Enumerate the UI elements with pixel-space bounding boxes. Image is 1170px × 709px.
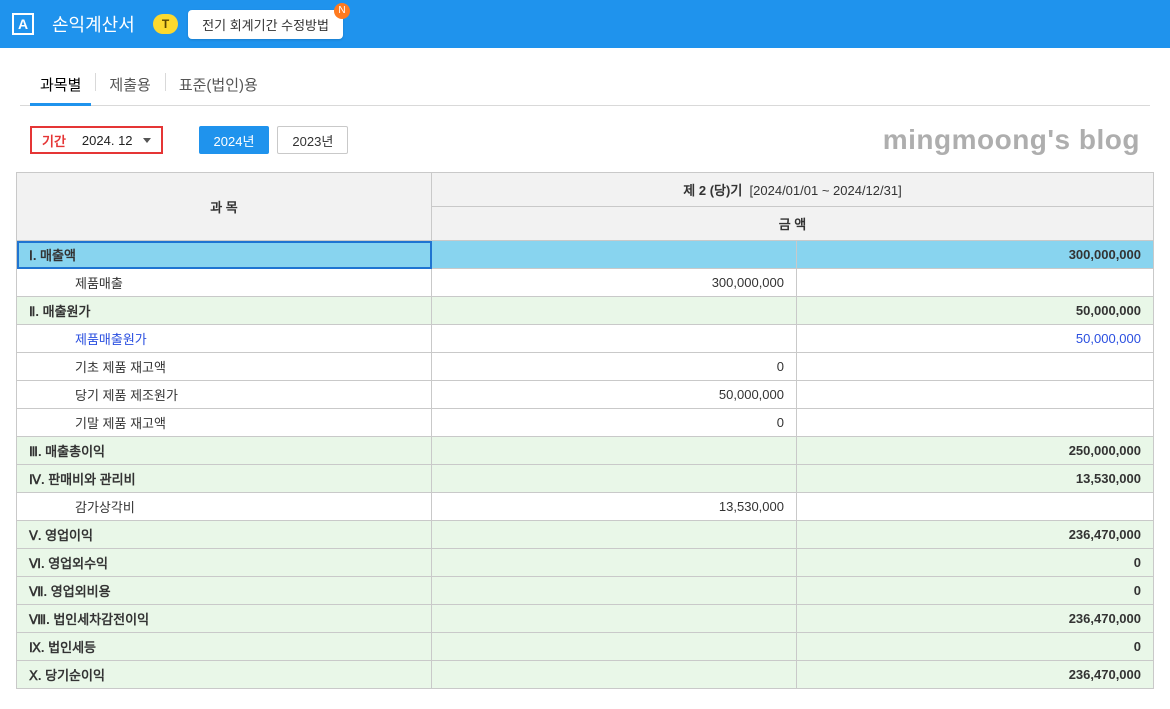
table-row[interactable]: 제품매출300,000,000 bbox=[17, 269, 1154, 297]
row-total-amount: 236,470,000 bbox=[797, 521, 1154, 549]
row-label: 제품매출 bbox=[17, 269, 432, 297]
table-row[interactable]: Ⅶ. 영업외비용 0 bbox=[17, 577, 1154, 605]
table-row[interactable]: Ⅱ. 매출원가 50,000,000 bbox=[17, 297, 1154, 325]
row-label: Ⅷ. 법인세차감전이익 bbox=[17, 605, 432, 633]
row-label: 기말 제품 재고액 bbox=[17, 409, 432, 437]
row-total-amount: 13,530,000 bbox=[797, 465, 1154, 493]
row-label: 감가상각비 bbox=[17, 493, 432, 521]
row-label: 제품매출원가 bbox=[17, 325, 432, 353]
th-period-range: [2024/01/01 ~ 2024/12/31] bbox=[750, 183, 902, 198]
row-total-amount: 0 bbox=[797, 549, 1154, 577]
th-period-title: 제 2 (당)기 bbox=[683, 183, 742, 198]
tab-2[interactable]: 표준(법인)용 bbox=[165, 66, 272, 105]
row-sub-amount bbox=[432, 521, 797, 549]
row-total-amount: 50,000,000 bbox=[797, 297, 1154, 325]
page-title: 손익계산서 bbox=[52, 11, 135, 37]
new-badge-icon: N bbox=[334, 3, 350, 19]
row-sub-amount bbox=[432, 297, 797, 325]
table-row[interactable]: 감가상각비13,530,000 bbox=[17, 493, 1154, 521]
row-label: Ⅲ. 매출총이익 bbox=[17, 437, 432, 465]
row-sub-amount: 0 bbox=[432, 409, 797, 437]
year-button-1[interactable]: 2023년 bbox=[277, 126, 348, 154]
tab-0[interactable]: 과목별 bbox=[26, 66, 95, 105]
row-total-amount: 50,000,000 bbox=[797, 325, 1154, 353]
tab-bar: 과목별제출용표준(법인)용 bbox=[20, 66, 1150, 106]
row-total-amount bbox=[797, 269, 1154, 297]
row-label: Ⅸ. 법인세등 bbox=[17, 633, 432, 661]
title-bar: A 손익계산서 T 전기 회계기간 수정방법 N bbox=[0, 0, 1170, 48]
th-amount: 금 액 bbox=[432, 207, 1154, 241]
table-row[interactable]: 기말 제품 재고액0 bbox=[17, 409, 1154, 437]
row-total-amount: 236,470,000 bbox=[797, 661, 1154, 689]
table-row[interactable]: 제품매출원가 50,000,000 bbox=[17, 325, 1154, 353]
period-select-box: 기간 2024. 12 bbox=[30, 126, 163, 154]
year-button-0[interactable]: 2024년 bbox=[199, 126, 270, 154]
row-sub-amount: 300,000,000 bbox=[432, 269, 797, 297]
row-label: 당기 제품 제조원가 bbox=[17, 381, 432, 409]
row-label: Ⅵ. 영업외수익 bbox=[17, 549, 432, 577]
table-row[interactable]: Ⅷ. 법인세차감전이익 236,470,000 bbox=[17, 605, 1154, 633]
row-sub-amount bbox=[432, 325, 797, 353]
watermark-text: mingmoong's blog bbox=[883, 124, 1140, 156]
table-row[interactable]: Ⅲ. 매출총이익 250,000,000 bbox=[17, 437, 1154, 465]
table-row[interactable]: Ⅰ. 매출액 300,000,000 bbox=[17, 241, 1154, 269]
app-logo-icon: A bbox=[12, 13, 34, 35]
th-item: 과 목 bbox=[17, 173, 432, 241]
period-label: 기간 bbox=[32, 131, 76, 150]
row-sub-amount bbox=[432, 633, 797, 661]
table-row[interactable]: Ⅴ. 영업이익 236,470,000 bbox=[17, 521, 1154, 549]
row-label: Ⅱ. 매출원가 bbox=[17, 297, 432, 325]
row-total-amount: 236,470,000 bbox=[797, 605, 1154, 633]
row-total-amount: 0 bbox=[797, 633, 1154, 661]
table-row[interactable]: Ⅹ. 당기순이익 236,470,000 bbox=[17, 661, 1154, 689]
info-chip-label: 전기 회계기간 수정방법 bbox=[202, 18, 329, 33]
row-label: Ⅰ. 매출액 bbox=[17, 241, 432, 269]
row-sub-amount: 0 bbox=[432, 353, 797, 381]
th-period: 제 2 (당)기 [2024/01/01 ~ 2024/12/31] bbox=[432, 173, 1154, 207]
row-total-amount: 250,000,000 bbox=[797, 437, 1154, 465]
chevron-down-icon bbox=[143, 138, 151, 143]
row-sub-amount bbox=[432, 241, 797, 269]
row-total-amount: 300,000,000 bbox=[797, 241, 1154, 269]
row-total-amount bbox=[797, 493, 1154, 521]
row-label: Ⅳ. 판매비와 관리비 bbox=[17, 465, 432, 493]
table-row[interactable]: Ⅵ. 영업외수익 0 bbox=[17, 549, 1154, 577]
table-row[interactable]: Ⅳ. 판매비와 관리비 13,530,000 bbox=[17, 465, 1154, 493]
t-badge: T bbox=[153, 14, 178, 34]
row-sub-amount bbox=[432, 661, 797, 689]
row-label: Ⅶ. 영업외비용 bbox=[17, 577, 432, 605]
row-label: Ⅴ. 영업이익 bbox=[17, 521, 432, 549]
controls-row: 기간 2024. 12 2024년2023년 mingmoong's blog bbox=[0, 106, 1170, 172]
row-sub-amount: 50,000,000 bbox=[432, 381, 797, 409]
period-value: 2024. 12 bbox=[82, 133, 133, 148]
row-sub-amount bbox=[432, 465, 797, 493]
info-chip-button[interactable]: 전기 회계기간 수정방법 N bbox=[188, 10, 343, 39]
table-row[interactable]: Ⅸ. 법인세등 0 bbox=[17, 633, 1154, 661]
tab-1[interactable]: 제출용 bbox=[95, 66, 164, 105]
period-dropdown[interactable]: 2024. 12 bbox=[76, 128, 161, 152]
row-sub-amount: 13,530,000 bbox=[432, 493, 797, 521]
row-label: Ⅹ. 당기순이익 bbox=[17, 661, 432, 689]
table-row[interactable]: 당기 제품 제조원가50,000,000 bbox=[17, 381, 1154, 409]
row-total-amount: 0 bbox=[797, 577, 1154, 605]
row-sub-amount bbox=[432, 549, 797, 577]
row-total-amount bbox=[797, 353, 1154, 381]
row-total-amount bbox=[797, 381, 1154, 409]
row-sub-amount bbox=[432, 577, 797, 605]
table-row[interactable]: 기초 제품 재고액0 bbox=[17, 353, 1154, 381]
row-label: 기초 제품 재고액 bbox=[17, 353, 432, 381]
row-total-amount bbox=[797, 409, 1154, 437]
row-sub-amount bbox=[432, 605, 797, 633]
income-statement-table: 과 목 제 2 (당)기 [2024/01/01 ~ 2024/12/31] 금… bbox=[16, 172, 1154, 689]
row-sub-amount bbox=[432, 437, 797, 465]
